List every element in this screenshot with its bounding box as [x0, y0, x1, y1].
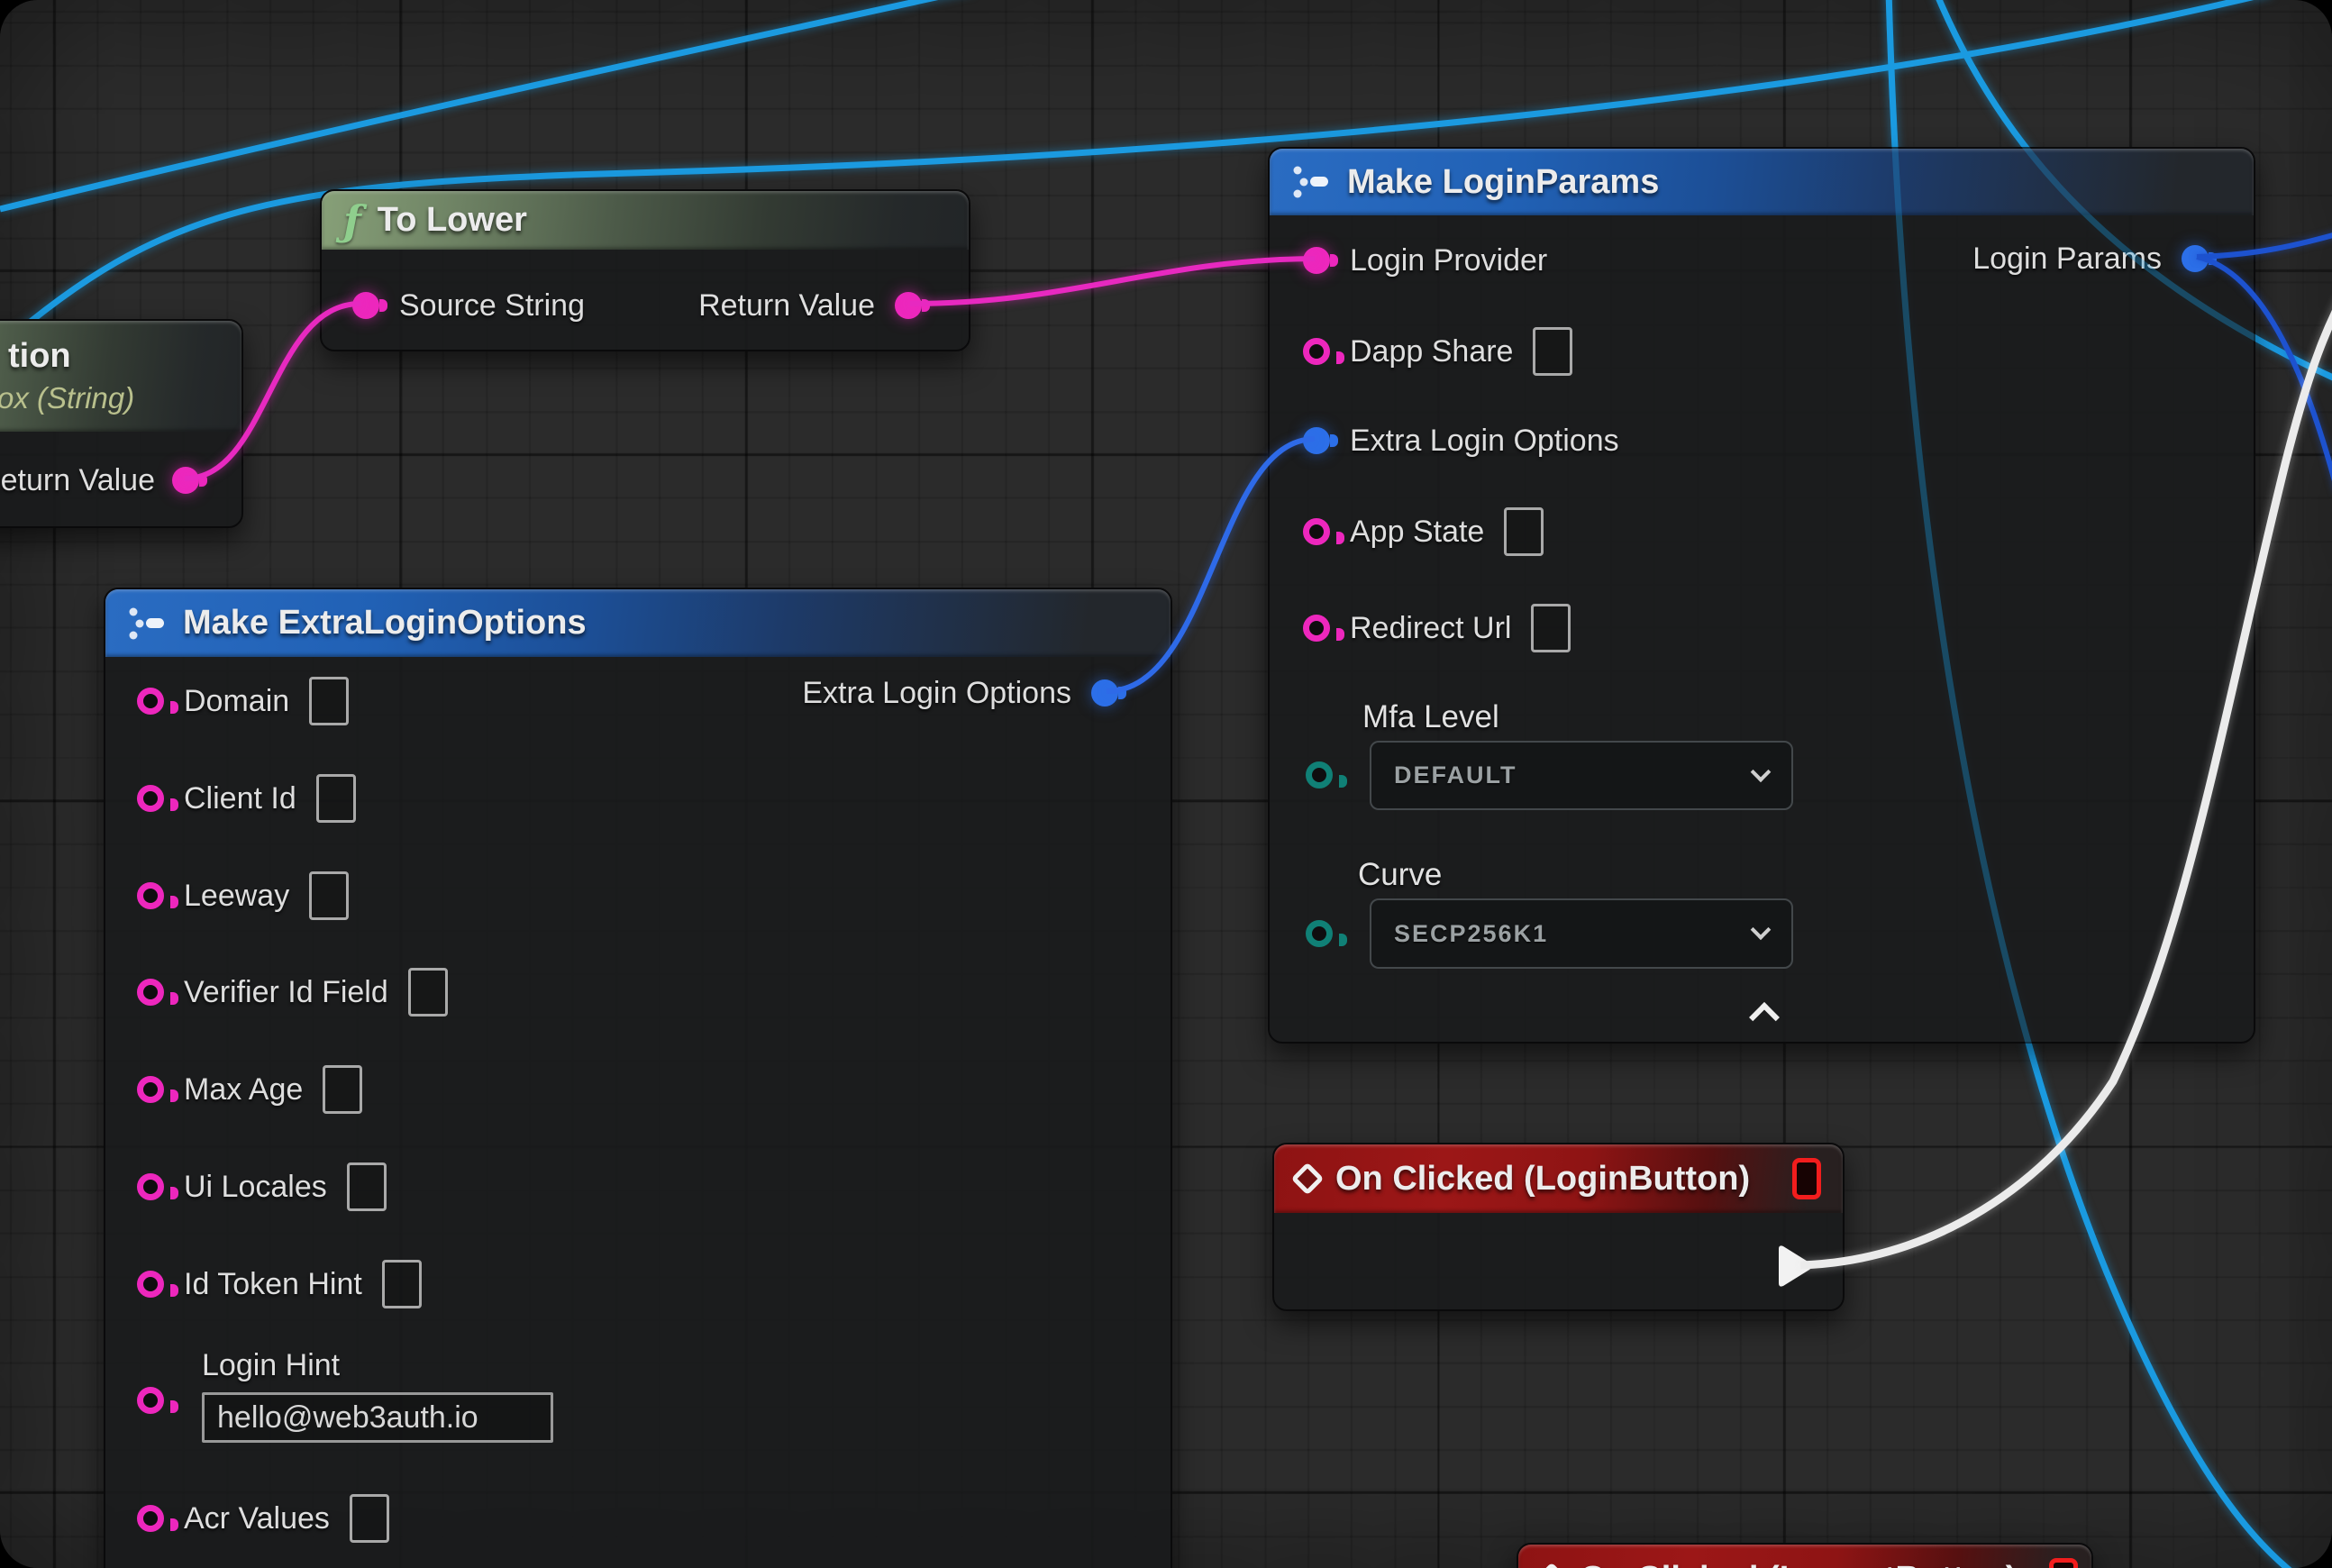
pin-label-redirect-url: Redirect Url [1350, 611, 1511, 646]
mfa-level-dropdown[interactable]: DEFAULT [1370, 741, 1793, 810]
node-partial-function-subtitle: ox (String) [0, 381, 134, 415]
pin-label-extra-login-options: Extra Login Options [1350, 424, 1619, 459]
id-token-hint-input-pin[interactable] [137, 1271, 164, 1298]
function-f-icon: ƒ [343, 200, 361, 242]
node-to-lower[interactable]: ƒ To Lower Source String Return Value [320, 189, 970, 351]
pin-label-source-string: Source String [399, 288, 585, 324]
curve-value: SECP256K1 [1394, 920, 1548, 948]
dapp-share-input-pin[interactable] [1303, 338, 1330, 365]
source-string-input-pin[interactable] [352, 292, 379, 319]
pin-label-ui-locales: Ui Locales [184, 1170, 327, 1205]
pin-label-verifier-id-field: Verifier Id Field [184, 975, 388, 1010]
node-on-clicked-logout-button-title: On Clicked (LogoutButton) [1580, 1560, 2017, 1568]
login-hint-input-pin[interactable] [137, 1387, 164, 1414]
app-state-value-box[interactable] [1504, 507, 1544, 556]
pin-label-client-id: Client Id [184, 781, 296, 816]
make-struct-icon [127, 606, 167, 642]
node-partial-function[interactable]: tion ox (String) Return Value [0, 319, 243, 528]
pin-label-return-value: Return Value [0, 463, 155, 498]
id-token-hint-value-box[interactable] [382, 1260, 422, 1308]
ui-locales-value-box[interactable] [347, 1162, 387, 1211]
wire-cyan-upper-left[interactable] [0, 0, 973, 209]
client-id-value-box[interactable] [316, 774, 356, 823]
pin-label-dapp-share: Dapp Share [1350, 334, 1513, 369]
return-value-output-pin[interactable] [895, 292, 922, 319]
extra-login-options-input-pin[interactable] [1303, 427, 1330, 454]
pin-label-id-token-hint: Id Token Hint [184, 1267, 362, 1302]
mfa-level-input-pin[interactable] [1306, 761, 1333, 789]
event-diamond-icon [1291, 1162, 1325, 1196]
curve-dropdown[interactable]: SECP256K1 [1370, 898, 1793, 969]
pin-label-leeway: Leeway [184, 879, 289, 914]
dapp-share-value-box[interactable] [1533, 327, 1572, 376]
node-on-clicked-logout-button[interactable]: On Clicked (LogoutButton) [1517, 1543, 2093, 1568]
redirect-url-input-pin[interactable] [1303, 615, 1330, 642]
node-to-lower-title: To Lower [378, 201, 527, 240]
leeway-value-box[interactable] [309, 871, 349, 920]
chevron-down-icon [1751, 761, 1772, 782]
node-on-clicked-login-button-header[interactable]: On Clicked (LoginButton) [1274, 1144, 1843, 1213]
node-on-clicked-login-button-title: On Clicked (LoginButton) [1335, 1160, 1750, 1199]
redirect-url-value-box[interactable] [1531, 604, 1571, 652]
pin-label-acr-values: Acr Values [184, 1501, 330, 1536]
node-partial-function-title: tion [8, 337, 71, 376]
blueprint-editor-screenshot: tion ox (String) Return Value ƒ To Lower… [0, 0, 2332, 1568]
curve-label: Curve [1358, 857, 1442, 893]
node-on-clicked-logout-button-header[interactable]: On Clicked (LogoutButton) [1518, 1545, 2091, 1568]
login-params-output-pin[interactable] [2182, 245, 2209, 272]
pin-label-login-provider: Login Provider [1350, 243, 1547, 278]
max-age-input-pin[interactable] [137, 1076, 164, 1103]
pin-label-app-state: App State [1350, 515, 1484, 550]
ui-locales-input-pin[interactable] [137, 1173, 164, 1200]
node-partial-function-header[interactable]: tion ox (String) [0, 321, 241, 432]
collapse-node-chevron-icon[interactable] [1749, 1002, 1780, 1033]
verifier-id-field-value-box[interactable] [408, 968, 448, 1016]
node-make-extra-login-options[interactable]: Make ExtraLoginOptions Extra Login Optio… [104, 588, 1172, 1568]
return-value-output-pin[interactable] [172, 467, 199, 494]
wire-tolower-to-loginprovider[interactable] [910, 259, 1315, 304]
login-provider-input-pin[interactable] [1303, 247, 1330, 274]
verifier-id-field-input-pin[interactable] [137, 979, 164, 1006]
pin-label-login-params-out: Login Params [1972, 242, 2162, 277]
node-make-login-params[interactable]: Make LoginParams Login Params Login Prov… [1268, 147, 2255, 1044]
app-state-input-pin[interactable] [1303, 518, 1330, 545]
node-to-lower-header[interactable]: ƒ To Lower [322, 191, 969, 250]
node-on-clicked-login-button[interactable]: On Clicked (LoginButton) [1272, 1143, 1845, 1311]
login-hint-text-field[interactable]: hello@web3auth.io [202, 1392, 553, 1443]
login-hint-value: hello@web3auth.io [217, 1400, 478, 1436]
pin-label-return-value: Return Value [698, 288, 875, 324]
node-make-extra-login-options-title: Make ExtraLoginOptions [183, 604, 587, 643]
pin-label-domain: Domain [184, 684, 289, 719]
mfa-level-value: DEFAULT [1394, 761, 1517, 789]
exec-output-pin[interactable] [1777, 1244, 1813, 1289]
pin-label-max-age: Max Age [184, 1072, 303, 1108]
chevron-down-icon [1751, 919, 1772, 940]
curve-input-pin[interactable] [1306, 920, 1333, 947]
mfa-level-label: Mfa Level [1362, 699, 1499, 735]
node-make-login-params-title: Make LoginParams [1347, 163, 1659, 202]
pin-label-extra-login-options-out: Extra Login Options [802, 676, 1071, 711]
event-diamond-icon [1535, 1563, 1569, 1568]
blueprint-canvas[interactable]: tion ox (String) Return Value ƒ To Lower… [0, 0, 2332, 1568]
client-id-input-pin[interactable] [137, 785, 164, 812]
delegate-square-icon[interactable] [2049, 1558, 2078, 1568]
node-make-extra-login-options-header[interactable]: Make ExtraLoginOptions [105, 589, 1171, 657]
max-age-value-box[interactable] [323, 1065, 362, 1114]
domain-input-pin[interactable] [137, 688, 164, 715]
make-struct-icon [1291, 164, 1331, 200]
acr-values-input-pin[interactable] [137, 1505, 164, 1532]
pin-label-login-hint: Login Hint [202, 1348, 340, 1383]
delegate-square-icon[interactable] [1792, 1158, 1821, 1199]
extra-login-options-output-pin[interactable] [1091, 679, 1118, 707]
leeway-input-pin[interactable] [137, 882, 164, 909]
domain-value-box[interactable] [309, 677, 349, 725]
acr-values-value-box[interactable] [350, 1494, 389, 1543]
node-make-login-params-header[interactable]: Make LoginParams [1270, 149, 2254, 215]
